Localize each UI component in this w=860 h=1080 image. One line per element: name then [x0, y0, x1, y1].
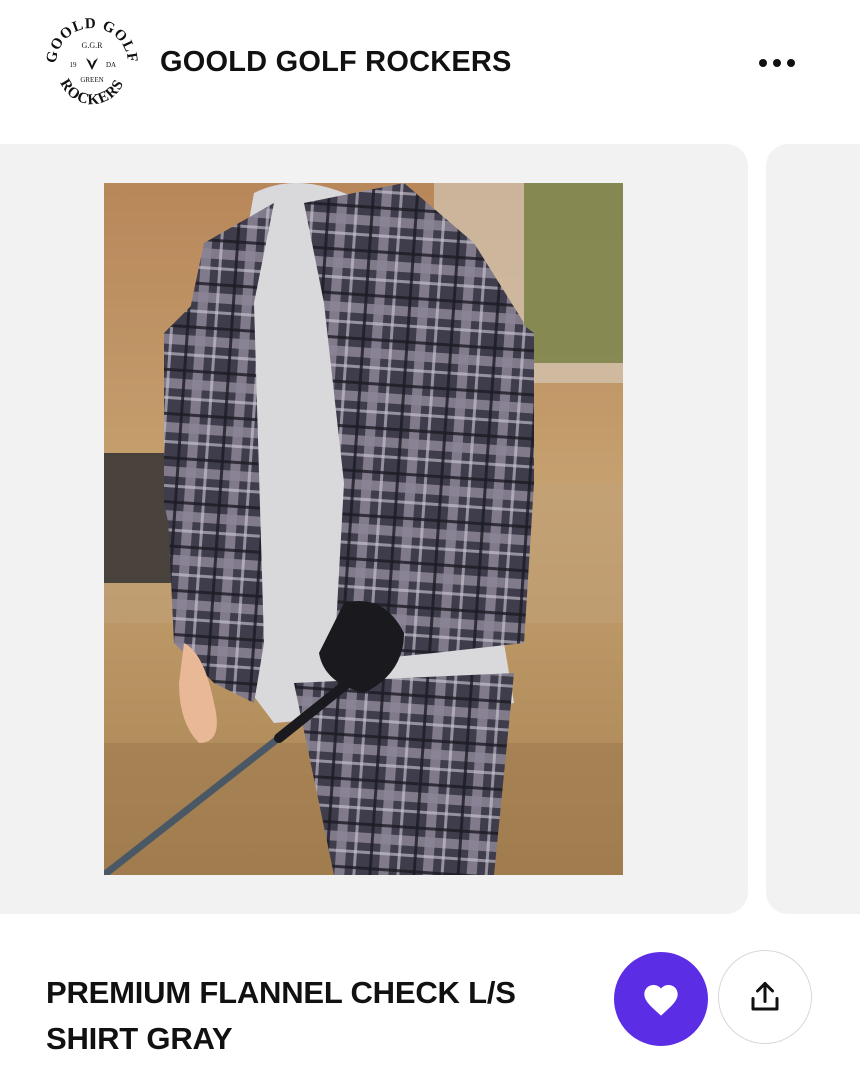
- logo-line3: GREEN: [80, 76, 103, 84]
- shop-header: GOOLD GOLF ROCKERS G.G.R 19 DA GREEN GOO…: [0, 0, 860, 126]
- shop-name[interactable]: GOOLD GOLF ROCKERS: [160, 44, 512, 80]
- more-horizontal-icon: [759, 59, 767, 67]
- carousel-slide-next[interactable]: [766, 144, 860, 914]
- favorite-button[interactable]: [614, 952, 708, 1046]
- more-options-button[interactable]: [744, 44, 810, 82]
- product-title: PREMIUM FLANNEL CHECK L/S SHIRT GRAY: [46, 975, 516, 1056]
- heart-icon: [644, 985, 678, 1016]
- logo-line1: G.G.R: [82, 41, 104, 50]
- logo-left: 19: [70, 61, 78, 69]
- share-button[interactable]: [718, 950, 812, 1044]
- share-icon: [751, 982, 779, 1011]
- shop-logo[interactable]: GOOLD GOLF ROCKERS G.G.R 19 DA GREEN: [42, 14, 142, 114]
- product-image[interactable]: [104, 183, 623, 875]
- logo-right: DA: [106, 61, 116, 69]
